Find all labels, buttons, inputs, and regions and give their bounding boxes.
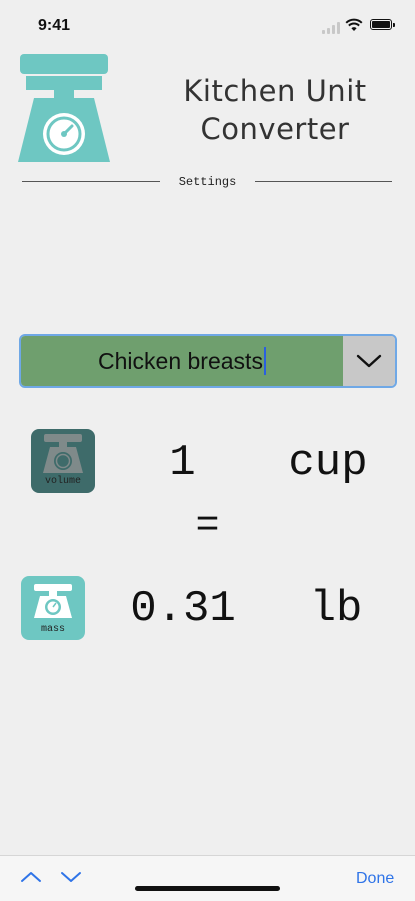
- app-title: Kitchen Unit Converter: [150, 72, 400, 148]
- volume-icon-caption: volume: [44, 476, 81, 487]
- to-amount: 0.31: [130, 584, 236, 634]
- status-bar: 9:41: [0, 0, 415, 52]
- chevron-down-icon: [356, 354, 382, 368]
- status-time: 9:41: [38, 17, 71, 34]
- wifi-icon: [345, 18, 363, 31]
- settings-divider-right: [255, 181, 392, 182]
- mass-unit-button[interactable]: mass: [21, 576, 85, 640]
- volume-unit-button[interactable]: volume: [31, 429, 95, 493]
- chevron-down-icon[interactable]: [59, 868, 83, 886]
- app-title-line-2: Converter: [200, 112, 350, 146]
- to-unit[interactable]: lb: [296, 584, 376, 634]
- ingredient-field[interactable]: Chicken breasts: [21, 336, 343, 386]
- text-cursor: [263, 347, 266, 375]
- cellular-signal-icon: [322, 22, 342, 34]
- chevron-up-icon[interactable]: [19, 868, 43, 886]
- equals-sign: =: [195, 504, 220, 549]
- from-amount[interactable]: 1: [150, 438, 215, 488]
- ingredient-value: Chicken breasts: [98, 347, 263, 374]
- settings-link[interactable]: Settings: [160, 175, 255, 189]
- home-indicator: [135, 886, 280, 891]
- battery-icon: [370, 19, 395, 30]
- kitchen-scale-icon: [18, 54, 110, 162]
- keyboard-accessory-bar: Done: [0, 855, 415, 901]
- app-title-line-1: Kitchen Unit: [183, 74, 367, 108]
- ingredient-dropdown-button[interactable]: [343, 336, 395, 386]
- ingredient-select[interactable]: Chicken breasts: [19, 334, 397, 388]
- mass-icon-caption: mass: [40, 624, 65, 635]
- settings-divider-left: [22, 181, 160, 182]
- from-unit[interactable]: cup: [278, 438, 378, 488]
- done-button[interactable]: Done: [356, 870, 394, 888]
